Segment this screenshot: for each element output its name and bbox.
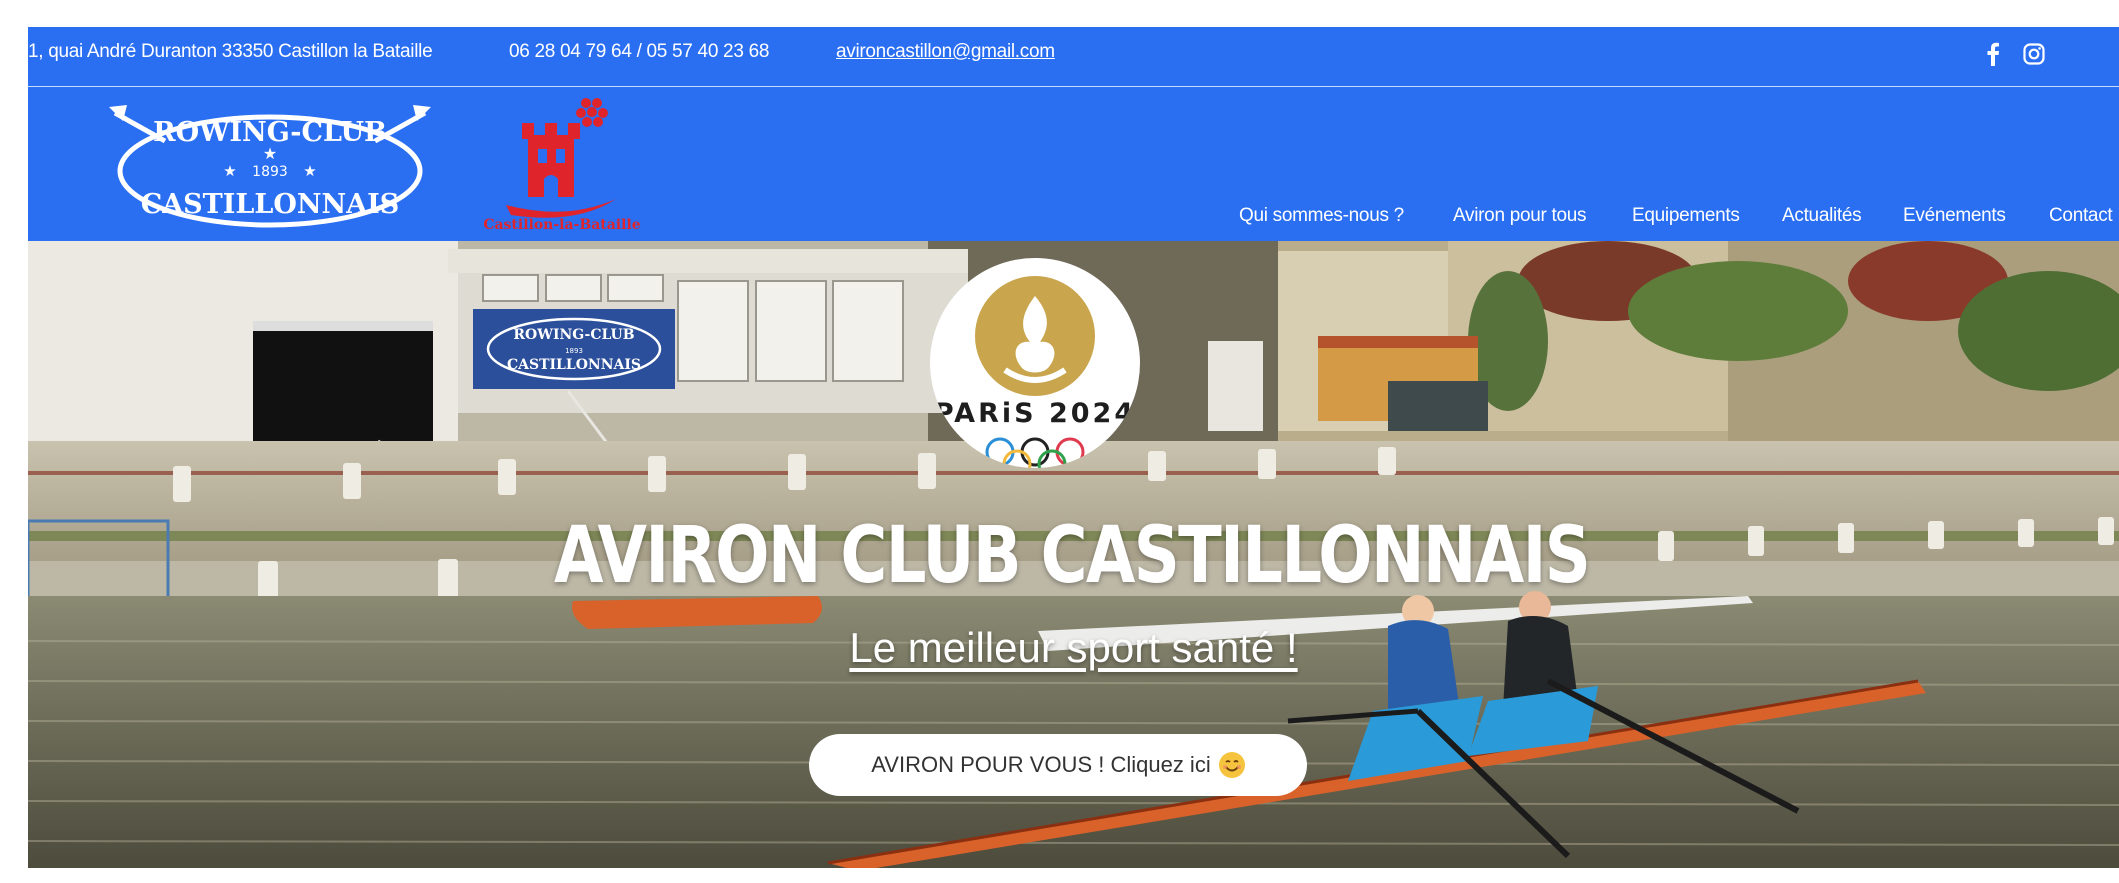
hero-title: AVIRON CLUB CASTILLONNAIS	[553, 511, 1591, 601]
club-logo[interactable]: ROWING-CLUB 1893 ★ ★ ★ CASTILLONNAIS	[105, 101, 435, 231]
nav-item-aviron-pour-tous[interactable]: Aviron pour tous	[1453, 205, 1587, 227]
olympic-rings-icon	[985, 437, 1085, 468]
city-logo[interactable]: Castillon-la-Bataille	[466, 93, 676, 231]
phone-text: 06 28 04 79 64 / 05 57 40 23 68	[509, 41, 770, 62]
hero-section: ROWING-CLUB 1893 CASTILLONNAIS PARiS 202…	[28, 241, 2119, 868]
paris-2024-label: PARiS 2024	[933, 398, 1137, 429]
instagram-icon[interactable]	[2019, 39, 2049, 69]
nav-item-actualites[interactable]: Actualités	[1782, 205, 1862, 227]
site-header: ROWING-CLUB 1893 ★ ★ ★ CASTILLONNAIS Cas…	[28, 87, 2119, 241]
smiley-icon	[1218, 752, 1245, 778]
hero-subtitle-link[interactable]: Le meilleur sport santé !	[28, 624, 2119, 672]
club-logo-star: ★	[263, 146, 277, 163]
club-logo-line2: CASTILLONNAIS	[141, 189, 400, 220]
nav-item-contact[interactable]: Contact	[2049, 205, 2113, 227]
nav-item-evenements[interactable]: Evénements	[1903, 205, 2006, 227]
top-info-bar: 1, quai André Duranton 33350 Castillon l…	[28, 27, 2119, 87]
cta-label: AVIRON POUR VOUS ! Cliquez ici	[871, 752, 1211, 777]
nav-item-equipements[interactable]: Equipements	[1632, 205, 1740, 227]
club-logo-line1: ROWING-CLUB	[153, 117, 387, 148]
club-logo-year: 1893	[252, 164, 288, 180]
club-logo-star: ★	[303, 163, 316, 180]
boathouse-sign-line1: ROWING-CLUB	[513, 327, 634, 343]
email-link[interactable]: avironcastillon@gmail.com	[836, 41, 1055, 63]
facebook-icon[interactable]	[1978, 39, 2008, 69]
city-logo-name: Castillon-la-Bataille	[483, 217, 640, 231]
boathouse-sign-year: 1893	[565, 347, 583, 355]
paris-2024-badge: PARiS 2024	[930, 258, 1140, 468]
page-frame: 1, quai André Duranton 33350 Castillon l…	[28, 27, 2119, 868]
aviron-pour-vous-button[interactable]: AVIRON POUR VOUS ! Cliquez ici	[809, 734, 1307, 796]
club-logo-star: ★	[223, 163, 236, 180]
address-text: 1, quai André Duranton 33350 Castillon l…	[28, 41, 433, 62]
boathouse-sign-line2: CASTILLONNAIS	[507, 357, 641, 373]
olympic-flame-icon	[975, 276, 1095, 396]
nav-item-qui-sommes-nous[interactable]: Qui sommes-nous ?	[1239, 205, 1404, 227]
